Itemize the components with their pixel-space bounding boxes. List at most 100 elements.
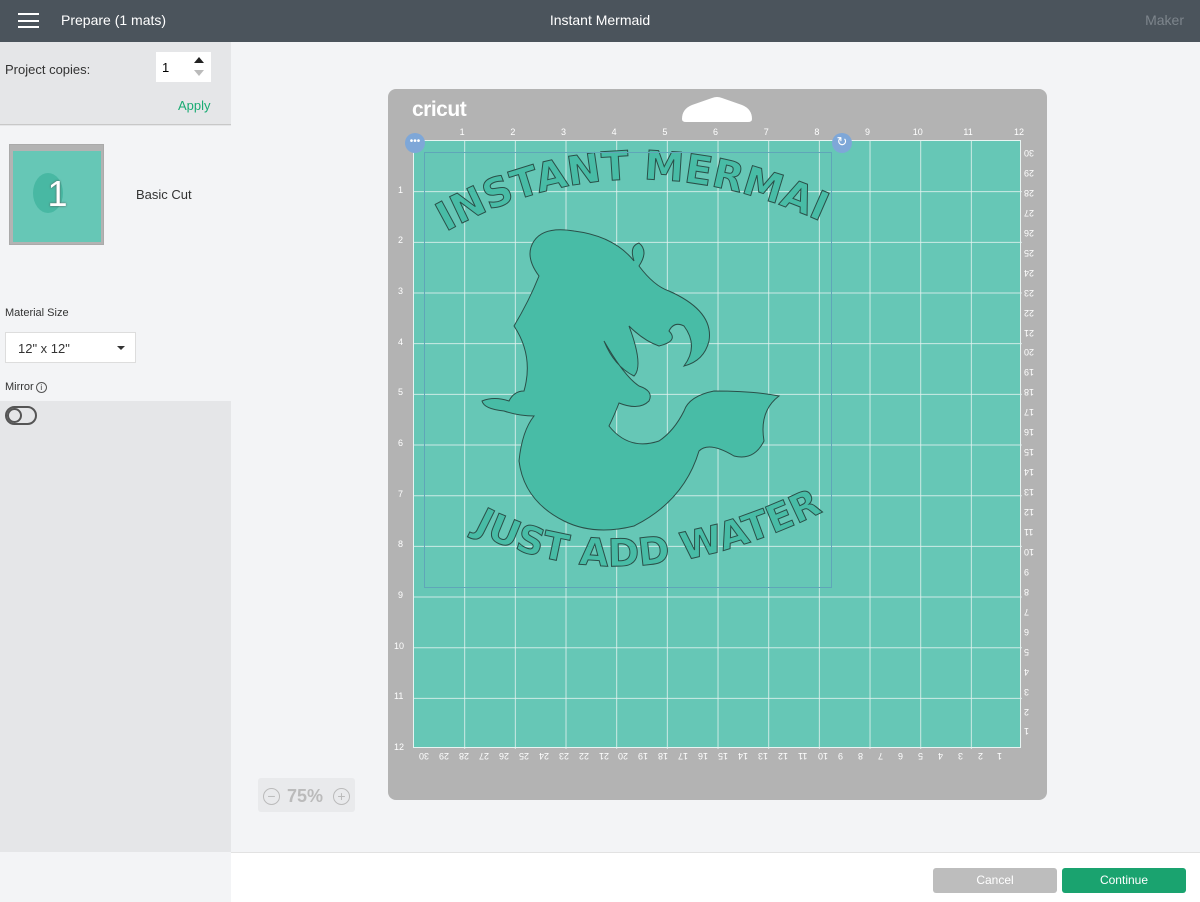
ruler-bottom-label: 12 [778,751,789,761]
chevron-down-icon [117,346,125,350]
mirror-text: Mirror [5,381,34,393]
ruler-left-label: 2 [398,235,404,246]
ruler-top-label: 2 [510,127,516,137]
ruler-left-label: 3 [398,286,404,296]
ruler-left-label: 4 [398,336,404,347]
ruler-left-label: 10 [394,640,405,651]
ruler-top-label: 4 [611,127,617,137]
ruler-bottom-label: 21 [598,751,609,761]
ruler-right-label: 9 [1024,566,1030,577]
increment-arrow-icon[interactable] [194,57,204,63]
ruler-right-label: 17 [1024,407,1035,418]
project-title: Instant Mermaid [549,12,651,28]
ruler-left-label: 6 [398,438,404,449]
ruler-bottom-label: 19 [638,751,649,761]
ruler-right-label: 29 [1024,167,1035,178]
ruler-bottom-label: 18 [658,751,669,761]
ruler-bottom-label: 3 [957,751,963,761]
ruler-right-label: 26 [1024,227,1035,238]
ruler-top-label: 11 [963,127,973,137]
top-bar: Prepare (1 mats) Instant Mermaid Maker [0,0,1200,42]
ruler-bottom-label: 5 [917,751,923,761]
ruler-top-label: 1 [459,127,465,137]
cancel-button[interactable]: Cancel [933,868,1057,893]
mat-notch [682,97,752,122]
ruler-bottom-label: 8 [857,751,863,761]
ruler-right-label: 4 [1024,666,1030,677]
ruler-left-label: 5 [398,387,404,398]
decrement-arrow-icon[interactable] [194,70,204,76]
mirror-toggle[interactable] [5,406,37,425]
ruler-top-label: 7 [763,127,769,137]
ruler-right-label: 5 [1024,646,1030,657]
ruler-right-label: 24 [1024,267,1035,278]
sidebar-footer [0,852,231,902]
hamburger-icon[interactable] [18,13,39,28]
ruler-right-label: 16 [1024,427,1035,438]
ruler-bottom-label: 29 [438,751,449,761]
zoom-out-icon[interactable]: − [263,788,280,805]
ruler-left-label: 1 [398,184,404,195]
ruler-right-label: 21 [1024,327,1035,338]
ruler-bottom-label: 13 [758,751,769,761]
ruler-bottom-label: 16 [698,751,709,761]
cutting-mat: cricut 1 2 3 4 5 6 7 8 9 10 11 12 1 2 3 4 5 6 7 8 9 10 11 12 30 2… [388,89,1047,800]
ruler-left-label: 12 [394,742,405,753]
ruler-right-label: 23 [1024,287,1035,298]
ruler-right-label: 7 [1024,606,1030,617]
ruler-top-label: 12 [1014,127,1025,137]
design-bounding-box[interactable] [424,152,832,588]
ruler-right-label: 10 [1024,546,1035,557]
prepare-title: Prepare (1 mats) [61,12,167,28]
continue-button[interactable]: Continue [1062,868,1186,893]
ruler-right-label: 13 [1024,487,1035,498]
ruler-bottom-label: 14 [738,751,749,761]
ruler-bottom-label: 6 [897,751,903,761]
project-copies-label: Project copies: [5,62,91,77]
ruler-bottom-label: 17 [678,751,689,761]
ruler-bottom-label: 4 [937,751,943,761]
ruler-right-label: 2 [1024,706,1030,717]
ruler-right-label: 30 [1024,147,1035,158]
ruler-right-label: 3 [1024,686,1030,697]
material-size-select[interactable]: 12" x 12" [5,332,136,363]
ruler-right-label: 15 [1024,447,1035,458]
ruler-right-label: 6 [1024,626,1030,637]
info-icon[interactable]: i [35,382,47,393]
ruler-bottom-label: 25 [518,751,529,761]
ruler-left-label: 9 [398,590,404,601]
ruler-bottom-label: 27 [478,751,489,761]
ruler-top-label: 6 [713,127,719,137]
ruler-left-label: 11 [394,691,404,702]
mat-type-label: Basic Cut [136,187,192,202]
mat-number: 1 [47,173,68,214]
mat-thumbnail[interactable]: 1 [9,144,104,245]
machine-label[interactable]: Maker [1145,12,1184,28]
material-size-label: Material Size [5,307,69,319]
zoom-control: − 75% + [258,778,355,812]
ruler-right-label: 14 [1024,467,1035,478]
ruler-right-label: 27 [1024,207,1035,218]
ruler-right-label: 11 [1024,526,1034,537]
more-options-icon[interactable]: ••• [405,133,425,153]
apply-button[interactable]: Apply [178,98,211,113]
ruler-right-label: 19 [1024,367,1035,378]
cricut-logo: cricut [412,98,467,121]
ruler-right-label: 28 [1024,187,1035,198]
ruler-bottom-label: 28 [458,751,469,761]
mirror-label: Mirror i [5,381,47,393]
rotate-icon[interactable]: ↻ [832,133,852,153]
ruler-top-label: 3 [561,127,567,137]
zoom-in-icon[interactable]: + [333,788,350,805]
project-copies-section: Project copies: Apply [0,42,231,125]
ruler-bottom-label: 9 [837,751,843,761]
ruler-left-label: 7 [398,488,404,499]
ruler-bottom-label: 24 [538,751,549,761]
zoom-level: 75% [287,786,324,806]
ruler-right-label: 20 [1024,347,1035,358]
ruler-right-label: 18 [1024,387,1035,398]
ruler-right-label: 22 [1024,307,1035,318]
ruler-bottom-label: 11 [797,751,808,761]
sidebar: Project copies: Apply 1 Basic Cut Materi… [0,42,231,852]
ruler-bottom-label: 15 [718,751,729,761]
